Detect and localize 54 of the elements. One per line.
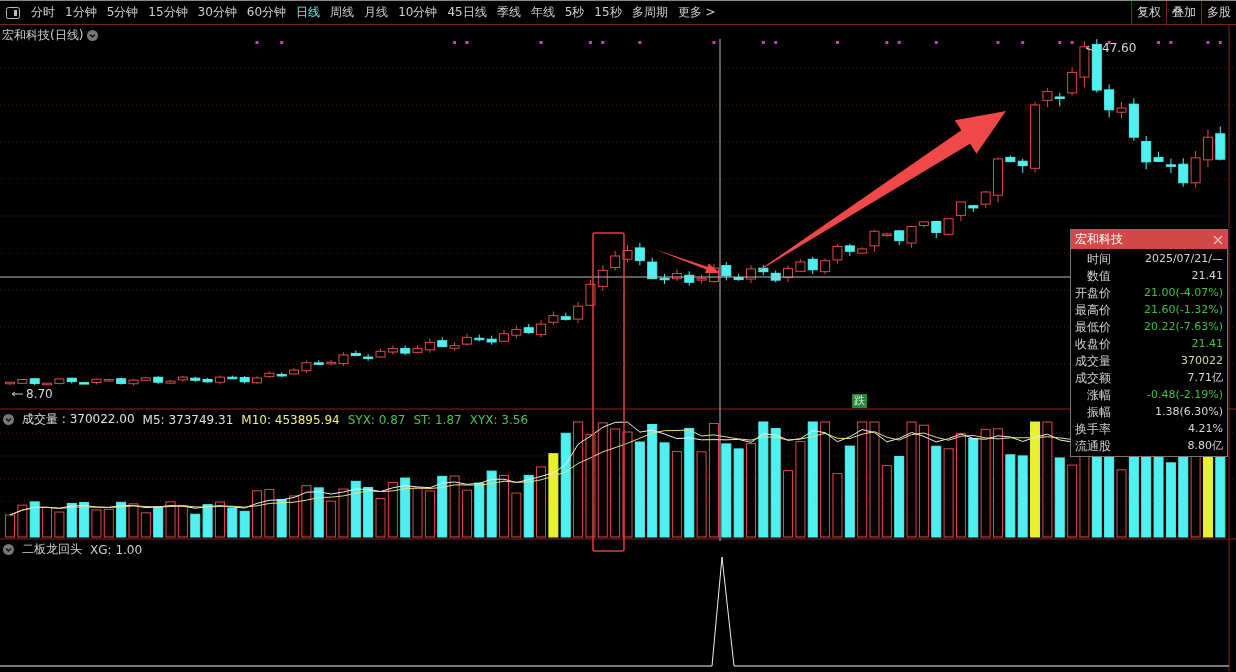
field-value: -0.48(-2.19%): [1146, 387, 1223, 403]
period-tab[interactable]: 季线: [491, 4, 526, 21]
field-value: 4.21%: [1187, 421, 1223, 437]
period-tab[interactable]: 60分钟: [241, 4, 292, 21]
period-tab[interactable]: 10分钟: [393, 4, 443, 21]
field-label: 开盘价: [1075, 285, 1111, 301]
field-label: 成交额: [1075, 370, 1111, 386]
period-tab[interactable]: 月线: [359, 4, 394, 21]
field-label: 成交量: [1075, 353, 1111, 369]
field-value: 21.00(-4.07%): [1143, 285, 1223, 301]
field-label: 流通股: [1075, 438, 1111, 454]
indicator-value: M10: 453895.94: [241, 412, 340, 427]
period-tab[interactable]: 日线: [291, 4, 326, 21]
period-tab[interactable]: 5秒: [559, 4, 590, 21]
field-label: 最高价: [1075, 302, 1111, 318]
field-label: 换手率: [1075, 421, 1111, 437]
fall-badge: 跌: [852, 394, 867, 408]
field-value: 1.38(6.30%): [1153, 404, 1223, 420]
period-tab[interactable]: 45日线: [442, 4, 492, 21]
field-label: 数值: [1086, 268, 1111, 284]
period-tab[interactable]: 30分钟: [192, 4, 242, 21]
period-tab[interactable]: 多周期: [626, 4, 673, 21]
panel-title: 宏和科技: [1075, 231, 1123, 248]
field-value: 21.60(-1.32%): [1143, 302, 1223, 318]
period-tab[interactable]: 周线: [325, 4, 360, 21]
field-value: 20.22(-7.63%): [1143, 319, 1223, 335]
indicator-value: 成交量 : 370022.00: [22, 411, 135, 428]
field-label: 收盘价: [1075, 336, 1111, 352]
field-value: 2025/07/21/—: [1143, 251, 1223, 267]
indicator-value: XYX: 3.56: [469, 412, 529, 427]
price-label: 47.60: [1102, 41, 1137, 55]
field-label: 时间: [1086, 251, 1111, 267]
price-label: 8.70: [26, 387, 53, 401]
indicator-value: SYX: 0.87: [347, 412, 406, 427]
field-label: 涨幅: [1086, 387, 1111, 403]
period-tab[interactable]: 5分钟: [101, 4, 144, 21]
period-tab[interactable]: 1分钟: [60, 4, 102, 21]
field-value: 21.41: [1190, 268, 1223, 284]
field-value: 8.80亿: [1186, 438, 1223, 454]
field-value: 7.71亿: [1186, 370, 1223, 386]
field-value: 370022: [1180, 353, 1223, 369]
period-tab[interactable]: 15秒: [589, 4, 627, 21]
indicator-value: ST: 1.87: [413, 412, 462, 427]
field-value: 21.41: [1190, 336, 1223, 352]
period-tab[interactable]: 更多 >: [672, 4, 721, 21]
indicator-value: XG: 1.00: [90, 542, 143, 557]
period-tab[interactable]: 年线: [525, 4, 560, 21]
period-tab[interactable]: 15分钟: [143, 4, 193, 21]
field-label: 最低价: [1075, 319, 1111, 335]
chart-title: 宏和科技(日线): [2, 27, 84, 44]
indicator-value: M5: 373749.31: [142, 412, 234, 427]
field-label: 振幅: [1086, 404, 1111, 420]
period-tab[interactable]: 分时: [26, 4, 60, 21]
indicator-name: 二板龙回头: [22, 541, 82, 558]
